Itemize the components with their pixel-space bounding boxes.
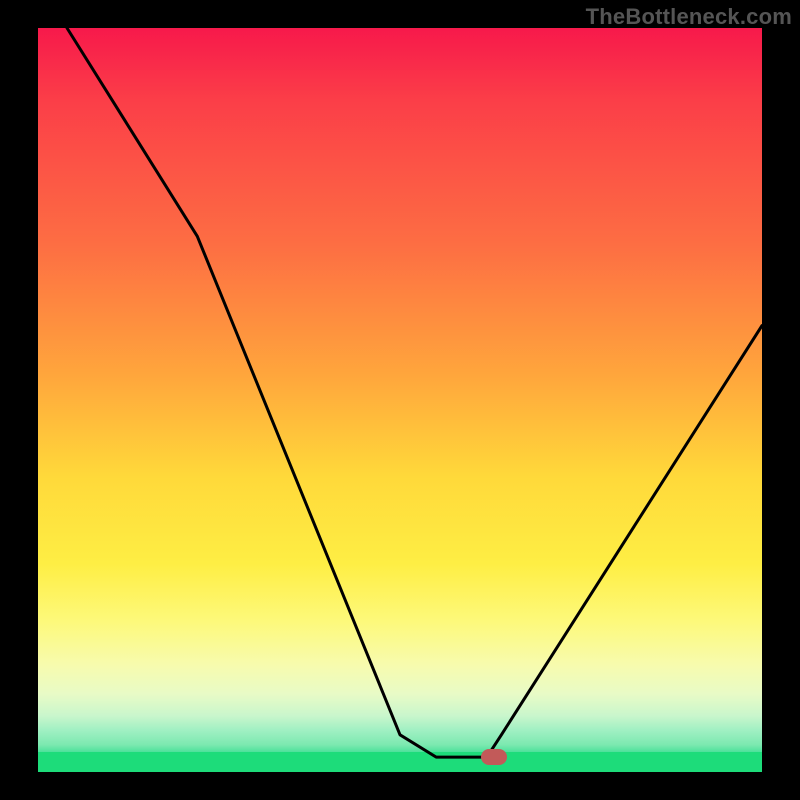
chart-frame: TheBottleneck.com (0, 0, 800, 800)
curve-path (67, 28, 762, 757)
watermark-text: TheBottleneck.com (586, 4, 792, 30)
bottleneck-curve (38, 28, 762, 772)
optimal-marker (481, 749, 507, 765)
plot-area (38, 28, 762, 772)
